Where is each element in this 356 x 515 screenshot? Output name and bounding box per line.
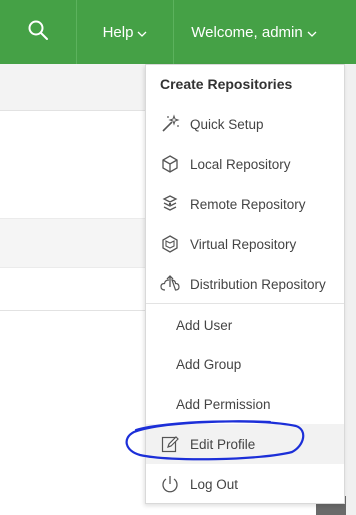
menu-item-label: Add Permission <box>176 396 271 412</box>
user-menu-button[interactable]: Welcome, admin <box>174 0 334 64</box>
menu-item-edit-profile[interactable]: Edit Profile <box>146 424 344 464</box>
magic-wand-icon <box>159 113 181 135</box>
menu-item-remote-repository[interactable]: Remote Repository <box>146 184 344 224</box>
menu-item-log-out[interactable]: Log Out <box>146 464 344 504</box>
menu-item-add-permission[interactable]: Add Permission <box>146 384 356 424</box>
stack-icon <box>159 193 181 215</box>
menu-item-label: Virtual Repository <box>190 236 297 252</box>
welcome-label: Welcome, admin <box>191 23 303 41</box>
search-icon <box>27 19 49 46</box>
chevron-down-icon <box>137 24 147 41</box>
edit-icon <box>159 433 181 455</box>
menu-item-label: Remote Repository <box>190 196 306 212</box>
menu-item-label: Add Group <box>176 356 242 372</box>
menu-item-label: Edit Profile <box>190 436 256 452</box>
top-navigation-bar: Help Welcome, admin <box>0 0 356 64</box>
menu-item-local-repository[interactable]: Local Repository <box>146 144 344 184</box>
power-icon <box>159 473 181 495</box>
menu-item-label: Local Repository <box>190 156 291 172</box>
help-menu-button[interactable]: Help <box>77 0 174 64</box>
menu-item-distribution-repository[interactable]: Distribution Repository <box>146 264 344 304</box>
virtual-cube-icon <box>159 233 181 255</box>
menu-item-add-group[interactable]: Add Group <box>146 344 356 384</box>
menu-item-virtual-repository[interactable]: Virtual Repository <box>146 224 344 264</box>
create-repositories-header: Create Repositories <box>160 76 293 92</box>
help-label: Help <box>102 23 134 41</box>
menu-item-label: Distribution Repository <box>190 276 326 292</box>
menu-item-add-user[interactable]: Add User <box>146 305 356 345</box>
chevron-down-icon <box>307 24 317 41</box>
search-button[interactable] <box>0 0 77 64</box>
user-dropdown-menu: Create Repositories Quick Setup Local Re… <box>145 64 345 504</box>
menu-divider <box>146 303 344 304</box>
menu-item-quick-setup[interactable]: Quick Setup <box>146 104 344 144</box>
menu-item-label: Log Out <box>190 476 239 492</box>
menu-item-label: Add User <box>176 317 233 333</box>
menu-item-label: Quick Setup <box>190 116 264 132</box>
cube-icon <box>159 153 181 175</box>
cloud-upload-icon <box>159 273 181 295</box>
